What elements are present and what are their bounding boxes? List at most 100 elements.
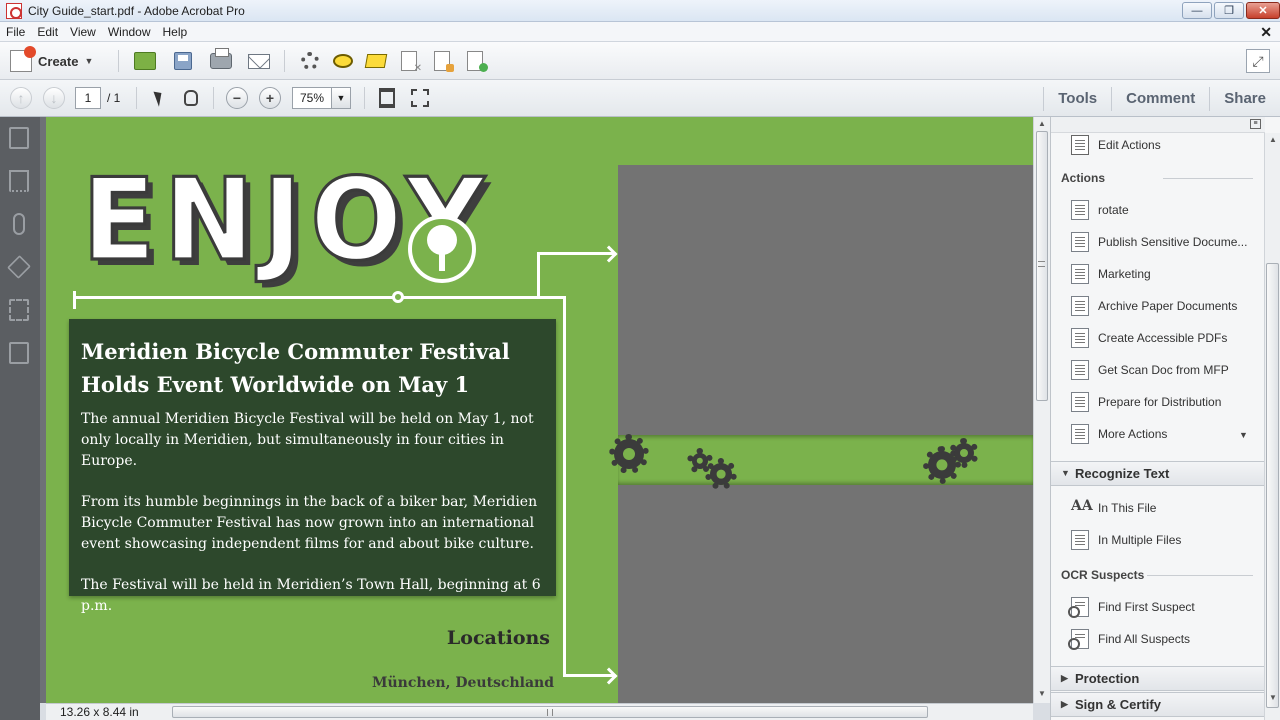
acrobat-app-icon: [6, 2, 22, 19]
action-item[interactable]: Publish Sensitive Docume...: [1071, 232, 1247, 252]
find-all-suspects-item[interactable]: Find All Suspects: [1068, 629, 1191, 650]
scrollbar-thumb[interactable]: [1266, 263, 1279, 708]
next-page-button[interactable]: ↓: [43, 87, 65, 109]
comment-button[interactable]: [330, 48, 356, 74]
layers-icon[interactable]: [7, 255, 31, 279]
locations-heading: Locations: [446, 627, 550, 649]
action-item[interactable]: Archive Paper Documents: [1071, 296, 1237, 316]
line-node: [392, 291, 404, 303]
zoom-in-button[interactable]: +: [259, 87, 281, 109]
content-icon[interactable]: [9, 342, 29, 364]
highlight-icon: [364, 54, 388, 68]
delete-pages-button[interactable]: [396, 48, 422, 74]
scroll-up-icon[interactable]: ▲: [1269, 135, 1277, 144]
menu-file[interactable]: File: [0, 25, 31, 39]
signatures-icon[interactable]: [9, 299, 29, 321]
print-button[interactable]: [208, 48, 234, 74]
document-page[interactable]: ENJOY Meridien Bicycle Commuter Festival…: [46, 117, 1033, 703]
action-list-icon: [1071, 392, 1089, 412]
sign-certify-header[interactable]: ▶ Sign & Certify: [1051, 692, 1264, 717]
recognize-text-header[interactable]: ▼ Recognize Text: [1051, 461, 1264, 486]
hand-tool-button[interactable]: [178, 85, 204, 111]
tab-tools[interactable]: Tools: [1043, 86, 1111, 111]
section-label: Protection: [1075, 671, 1140, 686]
photo-placeholder: [618, 165, 1033, 435]
toolbar-divider: [136, 87, 137, 109]
expand-button[interactable]: ⤢: [1246, 49, 1270, 73]
panel-scrollbar[interactable]: ▲ ▼: [1264, 133, 1280, 720]
previous-page-button[interactable]: ↑: [10, 87, 32, 109]
in-this-file-item[interactable]: AA In This File: [1071, 498, 1156, 518]
select-tool-button[interactable]: [146, 85, 172, 111]
action-label: Archive Paper Documents: [1098, 299, 1238, 313]
action-label: Create Accessible PDFs: [1098, 331, 1228, 345]
menu-edit[interactable]: Edit: [31, 25, 64, 39]
page-number-input[interactable]: 1: [75, 87, 101, 109]
edit-doc-icon: [434, 51, 454, 72]
hand-icon: [184, 90, 198, 106]
tab-comment[interactable]: Comment: [1111, 86, 1209, 111]
edit-actions-item[interactable]: Edit Actions: [1071, 135, 1161, 155]
bookmark-icon[interactable]: [9, 170, 29, 192]
edit-doc-button[interactable]: [429, 48, 455, 74]
export-doc-button[interactable]: [462, 48, 488, 74]
action-item[interactable]: rotate: [1071, 200, 1129, 220]
window-title: City Guide_start.pdf - Adobe Acrobat Pro: [28, 3, 245, 18]
create-button[interactable]: Create ▼: [10, 46, 94, 72]
connector-line: [563, 296, 566, 676]
menu-help[interactable]: Help: [157, 25, 194, 39]
action-item[interactable]: Marketing: [1071, 264, 1151, 284]
find-first-suspect-item[interactable]: Find First Suspect: [1068, 597, 1195, 618]
action-list-icon: [1071, 360, 1089, 380]
open-button[interactable]: [132, 48, 158, 74]
save-button[interactable]: [170, 48, 196, 74]
in-multiple-files-item[interactable]: In Multiple Files: [1071, 530, 1181, 550]
email-button[interactable]: [246, 48, 272, 74]
tab-share[interactable]: Share: [1209, 86, 1280, 111]
article-box: Meridien Bicycle Commuter Festival Holds…: [69, 319, 556, 614]
fit-page-icon: [379, 88, 395, 108]
cursor-icon: [152, 89, 166, 107]
ocr-group-label: OCR Suspects: [1061, 568, 1145, 582]
fit-page-button[interactable]: [374, 85, 400, 111]
more-actions-item[interactable]: More Actions: [1071, 424, 1167, 444]
panel-options-icon[interactable]: ≡: [1250, 119, 1261, 129]
chevron-down-icon[interactable]: ▼: [1239, 430, 1248, 440]
close-document-icon[interactable]: ✕: [1260, 24, 1272, 41]
fit-width-button[interactable]: [407, 85, 433, 111]
line-endcap: [73, 291, 76, 309]
scroll-up-icon[interactable]: ▲: [1038, 119, 1046, 128]
horizontal-scrollbar[interactable]: [172, 706, 928, 718]
menu-window[interactable]: Window: [102, 25, 157, 39]
attachment-icon[interactable]: [13, 213, 25, 235]
tree-trunk: [439, 251, 445, 271]
close-button[interactable]: ✕: [1246, 2, 1280, 19]
city-item: München, Deutschland: [371, 675, 554, 691]
page-thumbnails-icon[interactable]: [9, 127, 29, 149]
settings-button[interactable]: [297, 48, 323, 74]
window-controls: — ❐ ✕: [1182, 2, 1280, 19]
edit-actions-label: Edit Actions: [1098, 138, 1161, 152]
zoom-dropdown[interactable]: ▼: [331, 87, 351, 109]
menu-view[interactable]: View: [64, 25, 102, 39]
scroll-down-icon[interactable]: ▼: [1038, 689, 1046, 698]
article-paragraph: The annual Meridien Bicycle Festival wil…: [81, 411, 534, 469]
scroll-down-icon[interactable]: ▼: [1269, 693, 1277, 702]
document-vertical-scrollbar[interactable]: ▲ ▼: [1033, 117, 1050, 703]
action-item[interactable]: Prepare for Distribution: [1071, 392, 1221, 412]
print-icon: [210, 48, 232, 69]
highlight-button[interactable]: [363, 48, 389, 74]
expand-icon: ⤢: [1252, 52, 1264, 69]
arrow-down-icon: ↓: [50, 90, 58, 106]
maximize-button[interactable]: ❐: [1214, 2, 1244, 19]
scroll-grip: [547, 709, 553, 716]
action-item[interactable]: Create Accessible PDFs: [1071, 328, 1227, 348]
minimize-button[interactable]: —: [1182, 2, 1212, 19]
protection-header[interactable]: ▶ Protection: [1051, 666, 1264, 691]
zoom-input[interactable]: 75%: [292, 87, 332, 109]
action-item[interactable]: Get Scan Doc from MFP: [1071, 360, 1229, 380]
item-label: Find All Suspects: [1098, 632, 1191, 646]
chevron-down-icon: ▼: [84, 56, 94, 66]
zoom-out-button[interactable]: −: [226, 87, 248, 109]
article-paragraph: From its humble beginnings in the back o…: [81, 494, 538, 552]
